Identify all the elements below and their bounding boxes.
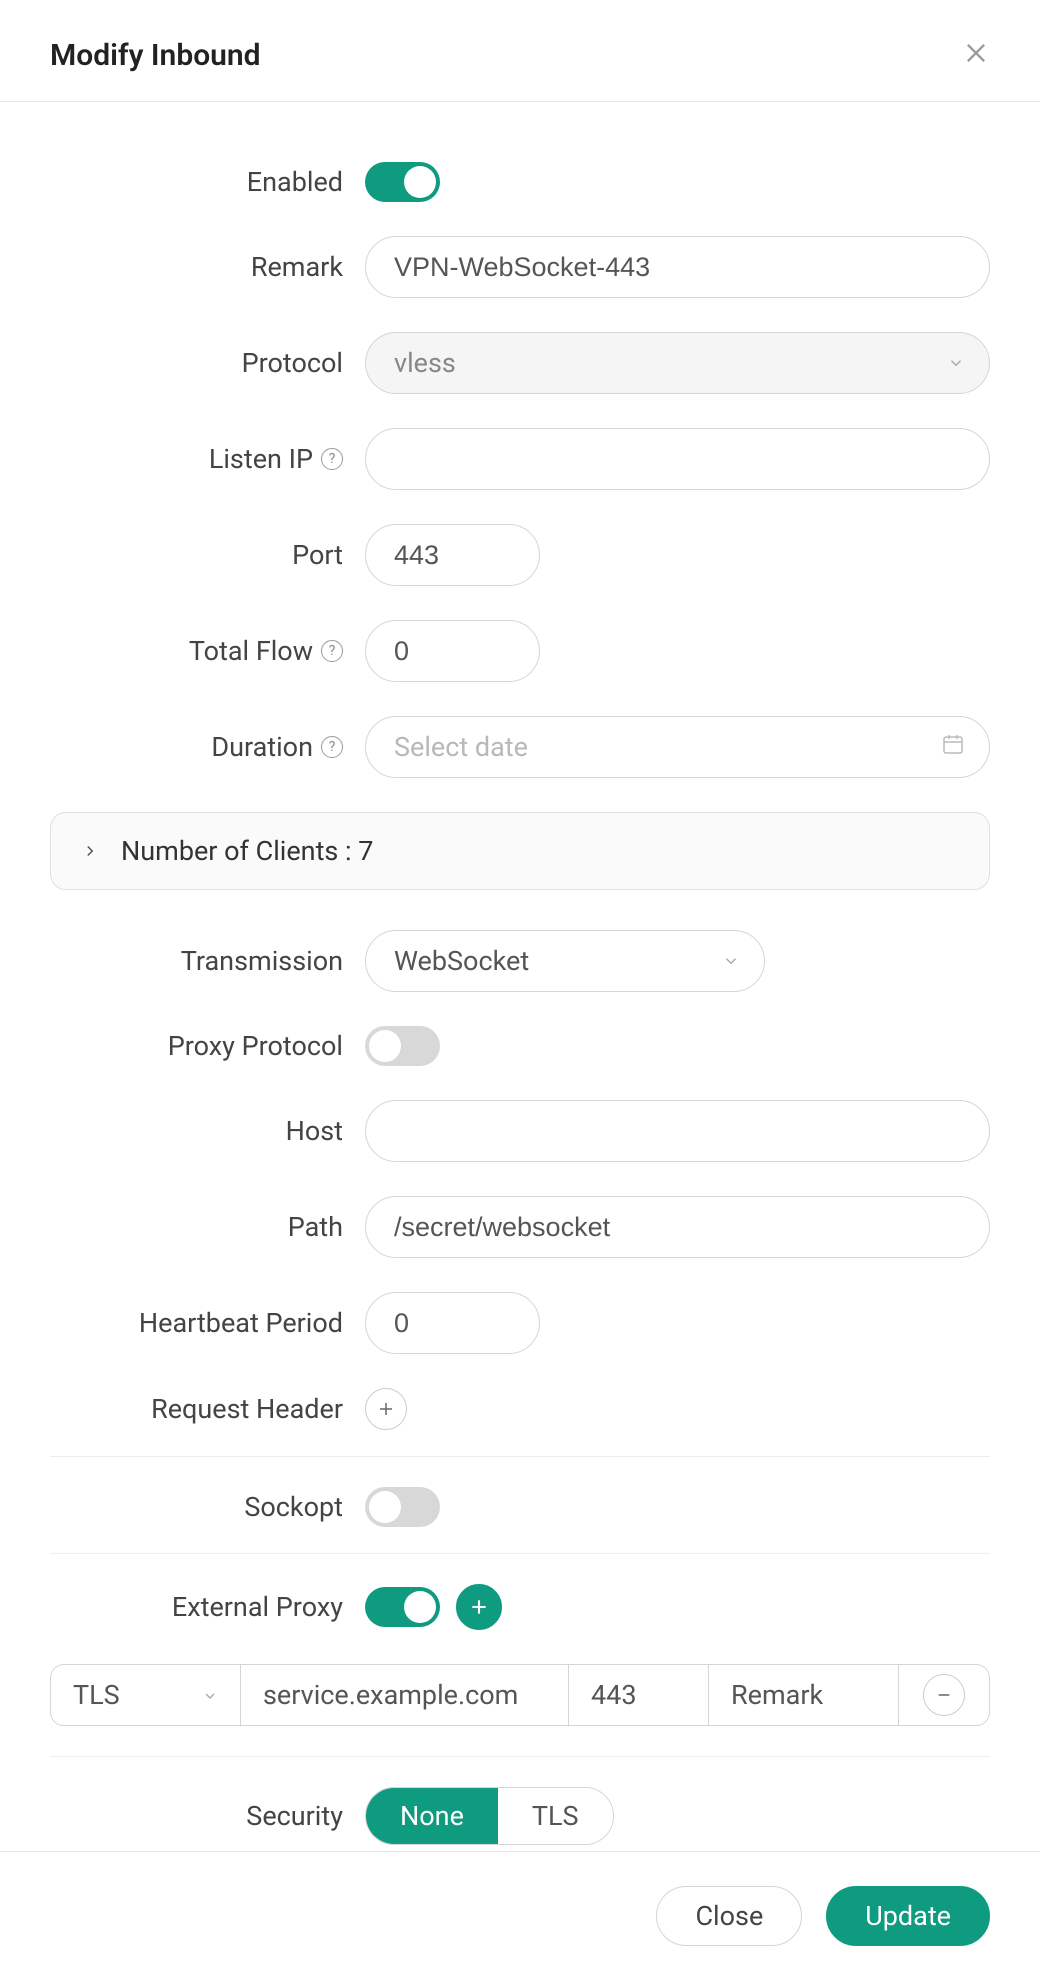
- add-request-header-button[interactable]: [365, 1388, 407, 1430]
- add-external-proxy-button[interactable]: [456, 1584, 502, 1630]
- chevron-down-icon: [722, 945, 740, 977]
- enabled-label: Enabled: [50, 166, 365, 198]
- security-tls-option[interactable]: TLS: [498, 1788, 613, 1844]
- divider: [50, 1756, 990, 1757]
- external-proxy-host[interactable]: service.example.com: [241, 1665, 569, 1725]
- external-proxy-toggle[interactable]: [365, 1587, 440, 1627]
- duration-date-input[interactable]: Select date: [365, 716, 990, 778]
- remark-label: Remark: [50, 251, 365, 283]
- port-label: Port: [50, 539, 365, 571]
- help-icon[interactable]: ?: [321, 640, 343, 662]
- external-proxy-row: TLS service.example.com 443 Remark: [50, 1664, 990, 1726]
- total-flow-label: Total Flow: [189, 635, 313, 667]
- close-button[interactable]: Close: [656, 1886, 802, 1946]
- update-button[interactable]: Update: [826, 1886, 990, 1946]
- heartbeat-label: Heartbeat Period: [50, 1307, 365, 1339]
- proxy-protocol-label: Proxy Protocol: [50, 1030, 365, 1062]
- listen-ip-label: Listen IP: [209, 443, 313, 475]
- external-proxy-mode: TLS: [73, 1679, 120, 1711]
- chevron-down-icon: [202, 1679, 218, 1711]
- sockopt-label: Sockopt: [50, 1491, 365, 1523]
- close-icon[interactable]: [962, 39, 990, 73]
- external-proxy-label: External Proxy: [50, 1591, 365, 1623]
- duration-placeholder: Select date: [394, 731, 528, 763]
- clients-collapse[interactable]: Number of Clients : 7: [50, 812, 990, 890]
- calendar-icon: [941, 731, 965, 763]
- external-proxy-delete[interactable]: [899, 1665, 989, 1725]
- modal-body: Enabled Remark Protocol vless: [0, 102, 1040, 1851]
- external-proxy-mode-select[interactable]: TLS: [51, 1665, 241, 1725]
- transmission-label: Transmission: [50, 945, 365, 977]
- external-proxy-remark[interactable]: Remark: [709, 1665, 899, 1725]
- transmission-value: WebSocket: [394, 945, 529, 977]
- remark-input[interactable]: [365, 236, 990, 298]
- modal-title: Modify Inbound: [50, 38, 261, 73]
- protocol-label: Protocol: [50, 347, 365, 379]
- path-label: Path: [50, 1211, 365, 1243]
- modify-inbound-modal: Modify Inbound Enabled Remark Protocol v…: [0, 0, 1040, 1980]
- modal-header: Modify Inbound: [0, 0, 1040, 102]
- divider: [50, 1553, 990, 1554]
- host-input[interactable]: [365, 1100, 990, 1162]
- protocol-select[interactable]: vless: [365, 332, 990, 394]
- transmission-select[interactable]: WebSocket: [365, 930, 765, 992]
- chevron-down-icon: [947, 347, 965, 379]
- chevron-right-icon: [81, 835, 99, 867]
- minus-icon: [923, 1674, 965, 1716]
- divider: [50, 1456, 990, 1457]
- listen-ip-input[interactable]: [365, 428, 990, 490]
- modal-footer: Close Update: [0, 1851, 1040, 1980]
- help-icon[interactable]: ?: [321, 736, 343, 758]
- clients-count-label: Number of Clients : 7: [121, 835, 373, 867]
- security-segmented: None TLS: [365, 1787, 614, 1845]
- host-label: Host: [50, 1115, 365, 1147]
- sockopt-toggle[interactable]: [365, 1487, 440, 1527]
- help-icon[interactable]: ?: [321, 448, 343, 470]
- proxy-protocol-toggle[interactable]: [365, 1026, 440, 1066]
- enabled-toggle[interactable]: [365, 162, 440, 202]
- external-proxy-port[interactable]: 443: [569, 1665, 709, 1725]
- protocol-value: vless: [394, 347, 456, 379]
- request-header-label: Request Header: [50, 1393, 365, 1425]
- duration-label: Duration: [211, 731, 313, 763]
- security-none-option[interactable]: None: [366, 1788, 498, 1844]
- security-label: Security: [50, 1800, 365, 1832]
- port-input[interactable]: [365, 524, 540, 586]
- path-input[interactable]: [365, 1196, 990, 1258]
- heartbeat-input[interactable]: [365, 1292, 540, 1354]
- total-flow-input[interactable]: [365, 620, 540, 682]
